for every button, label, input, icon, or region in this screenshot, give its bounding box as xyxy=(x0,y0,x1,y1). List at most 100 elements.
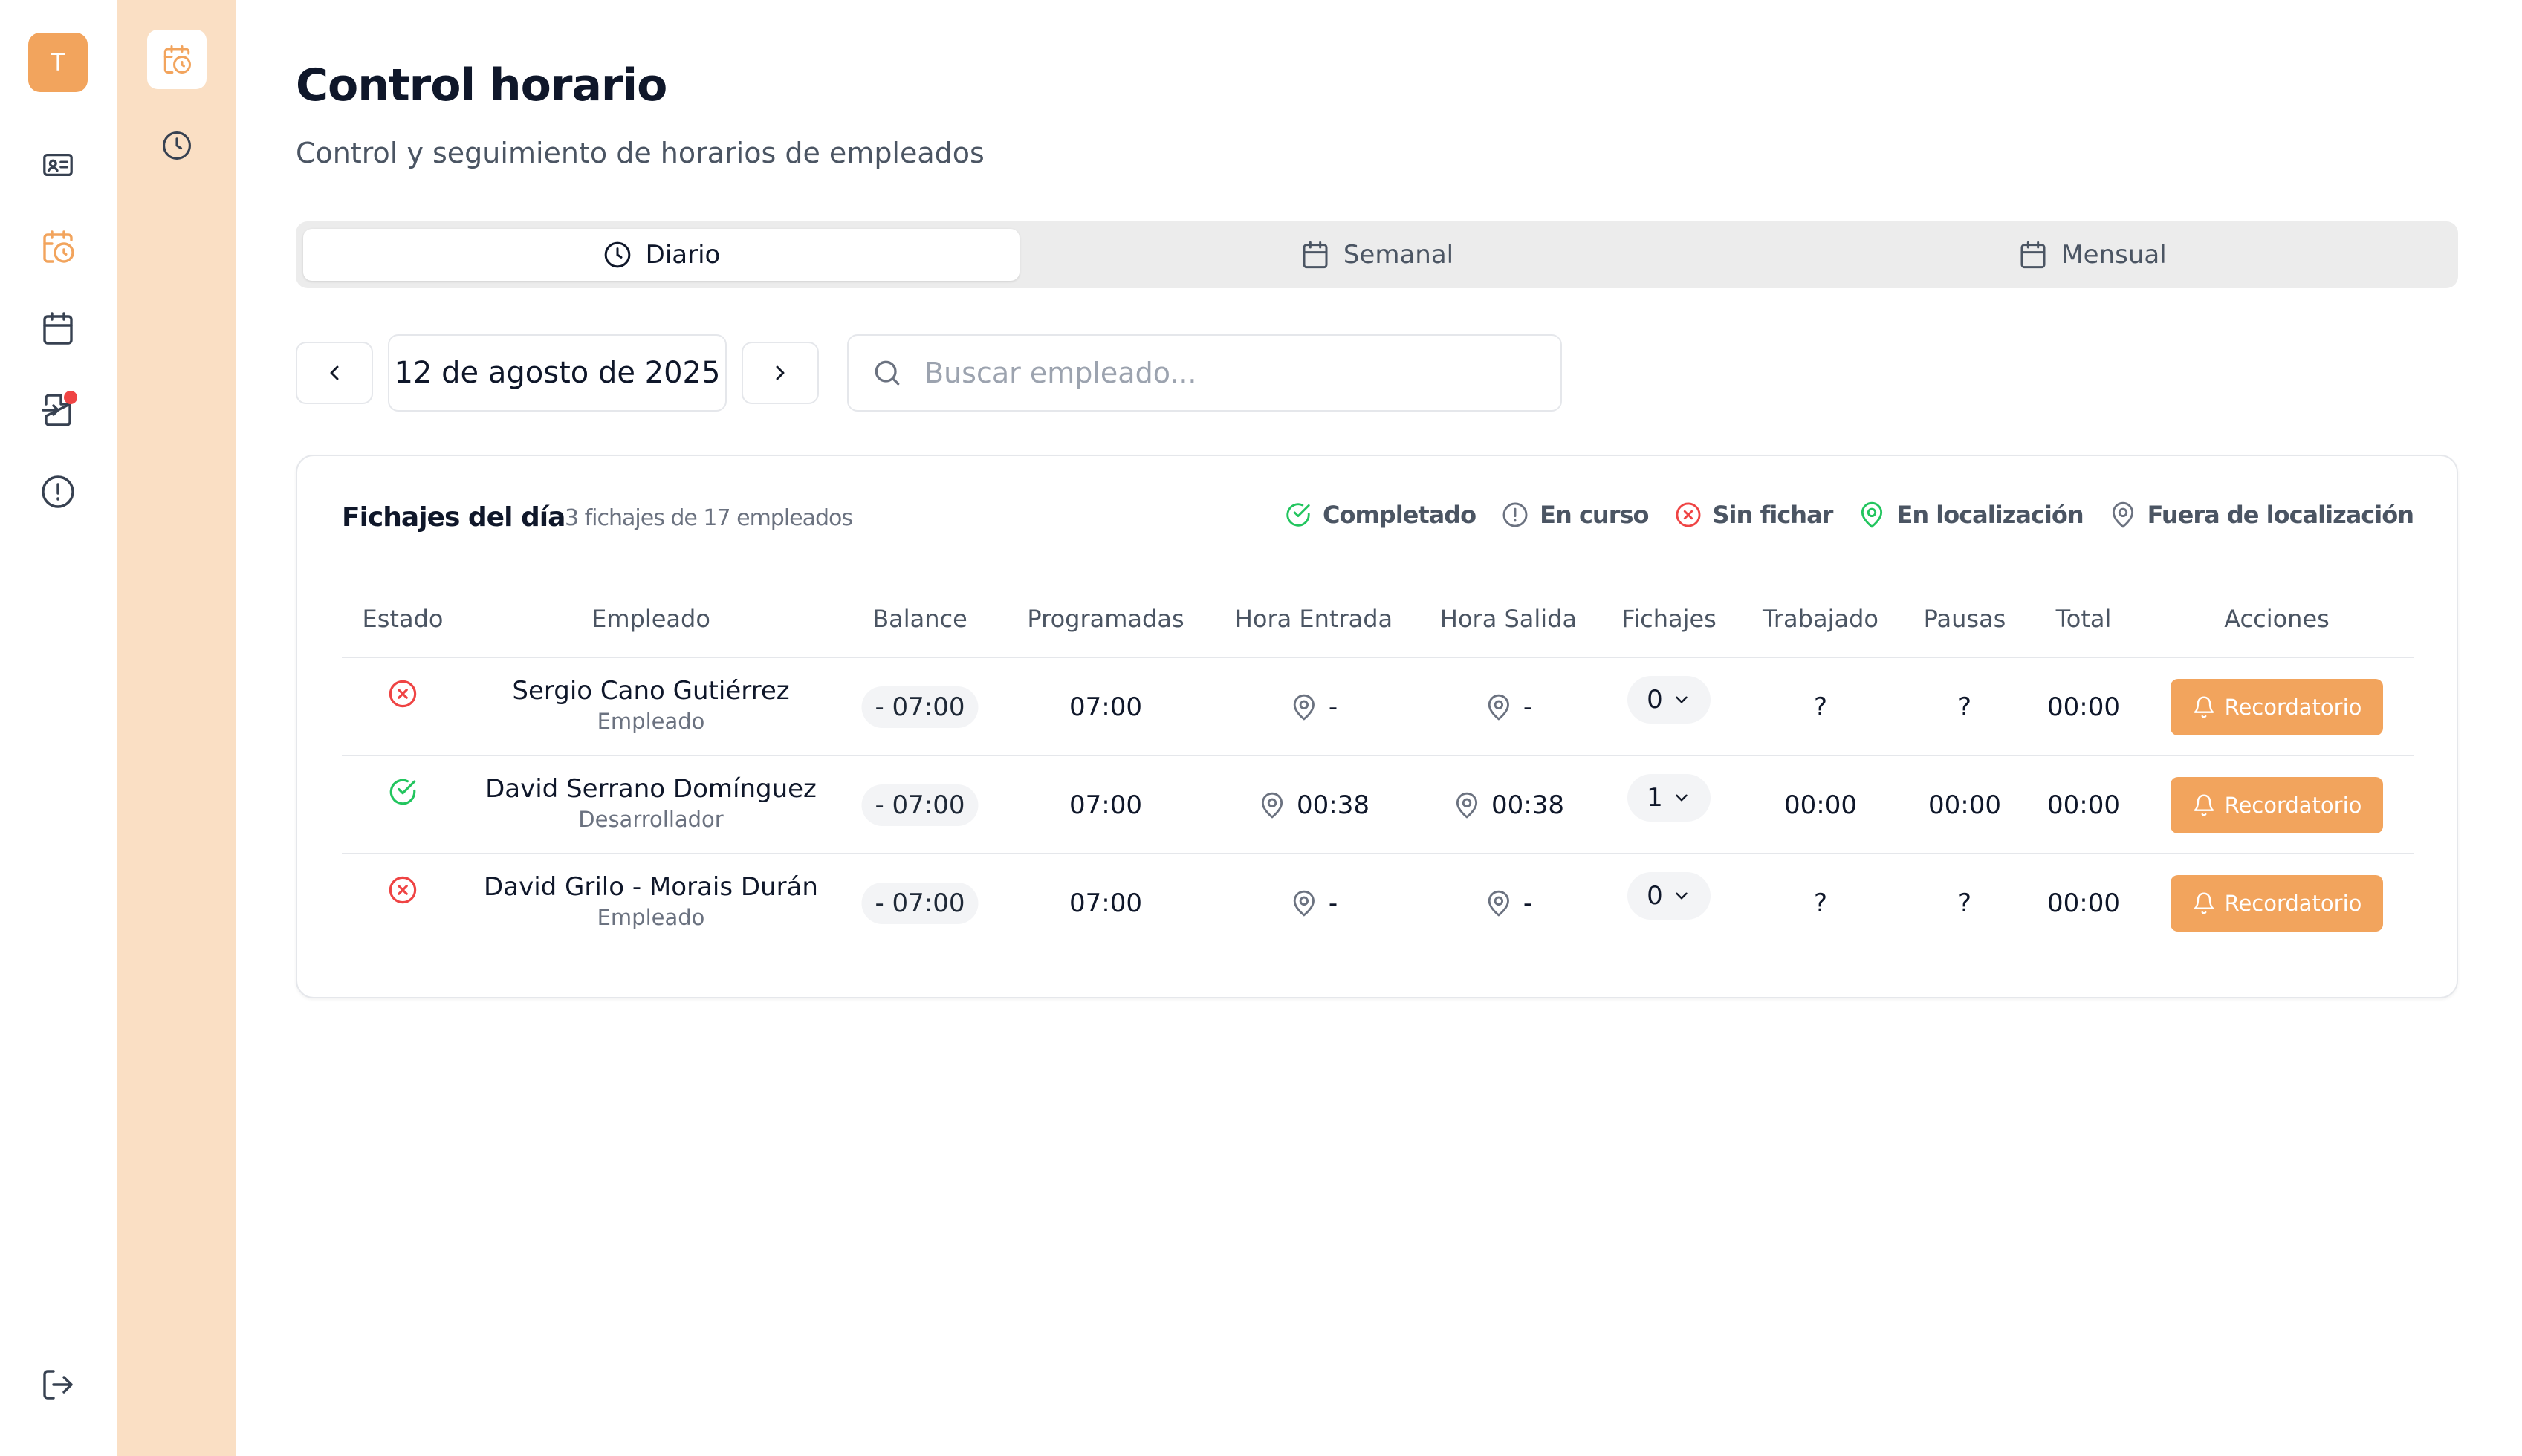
chevron-left-icon xyxy=(322,361,346,385)
tab-label: Mensual xyxy=(2061,240,2167,270)
employee-cell: Sergio Cano Gutiérrez Empleado xyxy=(512,676,789,734)
calendar-icon xyxy=(1300,240,1330,270)
map-pin-icon xyxy=(1453,791,1481,819)
clock-icon[interactable] xyxy=(147,116,207,175)
id-card-icon[interactable] xyxy=(39,146,77,184)
column-header: Fichajes xyxy=(1621,605,1717,633)
worked-hours: 00:00 xyxy=(1784,790,1857,820)
alert-circle-icon xyxy=(1501,501,1529,529)
current-date[interactable]: 12 de agosto de 2025 xyxy=(388,334,727,412)
legend-fuera-localizacion: Fuera de localización xyxy=(2109,501,2414,529)
scheduled-hours: 07:00 xyxy=(1069,790,1142,820)
notification-badge xyxy=(64,391,77,404)
map-pin-icon xyxy=(1485,693,1513,721)
search-input[interactable] xyxy=(923,356,1535,390)
reminder-button[interactable]: Recordatorio xyxy=(2171,777,2383,833)
exit-time: - xyxy=(1485,692,1532,722)
entry-value: - xyxy=(1328,888,1338,918)
break-hours: ? xyxy=(1957,692,1972,722)
employee-name: Sergio Cano Gutiérrez xyxy=(512,676,790,706)
clock-icon xyxy=(603,240,632,270)
calendar-icon[interactable] xyxy=(39,309,77,348)
tab-label: Diario xyxy=(645,240,721,270)
legend-en-curso: En curso xyxy=(1501,501,1650,529)
calendar-clock-icon[interactable] xyxy=(147,30,207,89)
view-tabs: Diario Semanal Mensual xyxy=(296,221,2458,288)
total-hours: 00:00 xyxy=(2047,692,2120,722)
reminder-button[interactable]: Recordatorio xyxy=(2171,679,2383,735)
scheduled-hours: 07:00 xyxy=(1069,692,1142,722)
legend-label: Fuera de localización xyxy=(2147,501,2414,529)
employee-name: David Serrano Domínguez xyxy=(485,774,817,804)
scheduled-hours: 07:00 xyxy=(1069,888,1142,918)
fichajes-dropdown[interactable]: 0 xyxy=(1627,676,1711,724)
balance-pill: - 07:00 xyxy=(861,883,979,924)
map-pin-icon xyxy=(2109,501,2137,529)
tab-mensual[interactable]: Mensual xyxy=(1734,229,2451,281)
legend-label: Completado xyxy=(1322,501,1476,529)
page-subtitle: Control y seguimiento de horarios de emp… xyxy=(296,137,985,169)
column-header: Pausas xyxy=(1923,605,2006,633)
daily-records-card: Fichajes del día 3 fichajes de 17 emplea… xyxy=(296,455,2458,998)
tab-semanal[interactable]: Semanal xyxy=(1019,229,1735,281)
check-circle-icon xyxy=(1284,501,1312,529)
column-header: Empleado xyxy=(591,605,710,633)
balance-pill: - 07:00 xyxy=(861,784,979,826)
break-hours: 00:00 xyxy=(1928,790,2001,820)
employee-role: Empleado xyxy=(597,905,705,930)
x-circle-icon xyxy=(1674,501,1702,529)
card-title: Fichajes del día xyxy=(342,502,565,533)
entry-time: - xyxy=(1290,692,1338,722)
exit-time: 00:38 xyxy=(1453,790,1564,820)
exit-value: - xyxy=(1523,888,1533,918)
chevron-down-icon xyxy=(1672,788,1691,807)
sign-in-icon[interactable] xyxy=(39,391,77,429)
column-header: Programadas xyxy=(1027,605,1184,633)
records-summary: 3 fichajes de 17 empleados xyxy=(565,505,853,531)
legend-sin-fichar: Sin fichar xyxy=(1674,501,1833,529)
chevron-down-icon xyxy=(1672,886,1691,906)
worked-hours: ? xyxy=(1813,692,1828,722)
chevron-down-icon xyxy=(1672,690,1691,709)
x-circle-icon xyxy=(387,678,418,709)
calendar-icon xyxy=(2018,240,2048,270)
employee-search xyxy=(847,334,1562,412)
map-pin-icon xyxy=(1858,501,1886,529)
reminder-button[interactable]: Recordatorio xyxy=(2171,875,2383,932)
main-sidebar: T xyxy=(0,0,118,1456)
fichajes-dropdown[interactable]: 0 xyxy=(1627,872,1711,920)
exit-value: 00:38 xyxy=(1491,790,1564,820)
employee-role: Desarrollador xyxy=(578,807,724,832)
calendar-clock-icon[interactable] xyxy=(39,227,77,266)
alert-icon[interactable] xyxy=(39,472,77,511)
column-header: Balance xyxy=(872,605,967,633)
exit-time: - xyxy=(1485,888,1532,918)
logout-icon[interactable] xyxy=(39,1365,77,1404)
total-hours: 00:00 xyxy=(2047,888,2120,918)
section-subnav xyxy=(117,0,236,1456)
column-header: Hora Salida xyxy=(1439,605,1578,633)
map-pin-icon xyxy=(1290,889,1318,917)
chevron-right-icon xyxy=(768,361,792,385)
column-header: Hora Entrada xyxy=(1234,605,1393,633)
main-content: Control horario Control y seguimiento de… xyxy=(236,0,2522,1456)
tab-diario[interactable]: Diario xyxy=(303,229,1020,281)
user-avatar[interactable]: T xyxy=(28,33,88,92)
exit-value: - xyxy=(1523,692,1533,722)
search-icon xyxy=(871,357,904,389)
entry-time: - xyxy=(1290,888,1338,918)
avatar-letter: T xyxy=(51,48,65,77)
entry-time: 00:38 xyxy=(1258,790,1369,820)
next-day-button[interactable] xyxy=(742,342,819,404)
bell-icon xyxy=(2192,695,2216,719)
bell-icon xyxy=(2192,793,2216,817)
fichajes-dropdown[interactable]: 1 xyxy=(1627,774,1711,822)
table-divider xyxy=(342,853,2414,854)
entry-value: - xyxy=(1328,692,1338,722)
legend-completado: Completado xyxy=(1284,501,1476,529)
employee-cell: David Grilo - Morais Durán Empleado xyxy=(484,872,818,930)
worked-hours: ? xyxy=(1813,888,1828,918)
legend-en-localizacion: En localización xyxy=(1858,501,2084,529)
status-legend: Completado En curso Sin fichar En locali… xyxy=(1284,501,2414,529)
prev-day-button[interactable] xyxy=(296,342,373,404)
